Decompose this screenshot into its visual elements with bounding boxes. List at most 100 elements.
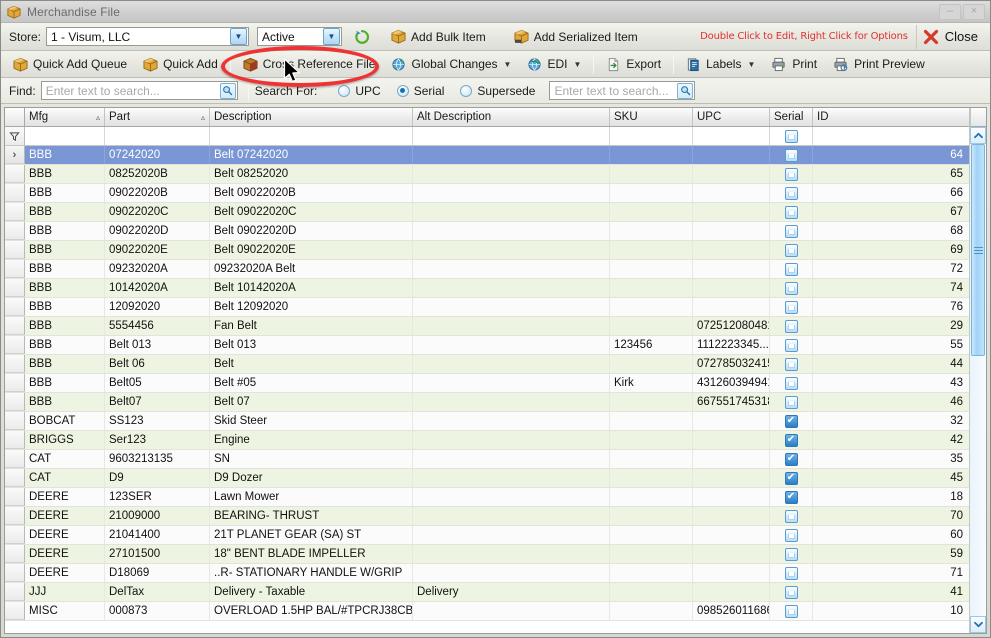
- row-selector[interactable]: [5, 298, 25, 316]
- search-icon[interactable]: [677, 82, 694, 99]
- cell-alt_description[interactable]: [413, 507, 610, 525]
- cell-mfg[interactable]: BBB: [25, 317, 105, 335]
- edi-button[interactable]: EDI ▼: [519, 52, 589, 76]
- cell-description[interactable]: Belt 07242020: [210, 146, 413, 164]
- serial-checkbox[interactable]: ✔: [784, 604, 798, 618]
- cell-upc[interactable]: [693, 488, 770, 506]
- table-row[interactable]: BBBBelt 013Belt 0131234561112223345...✔5…: [5, 336, 969, 355]
- table-row[interactable]: BBB10142020ABelt 10142020A ✔ 74: [5, 279, 969, 298]
- serial-checkbox[interactable]: ✔: [784, 319, 798, 333]
- cell-part[interactable]: 10142020A: [105, 279, 210, 297]
- cell-part[interactable]: 5554456: [105, 317, 210, 335]
- row-selector[interactable]: [5, 602, 25, 620]
- cell-serial[interactable]: ✔: [770, 450, 813, 468]
- serial-checkbox[interactable]: ✔: [784, 414, 798, 428]
- cell-serial[interactable]: ✔: [770, 146, 813, 164]
- cell-id[interactable]: 70: [813, 507, 969, 525]
- cell-id[interactable]: 74: [813, 279, 969, 297]
- row-selector[interactable]: [5, 507, 25, 525]
- cell-serial[interactable]: ✔: [770, 260, 813, 278]
- cell-part[interactable]: Belt05: [105, 374, 210, 392]
- cell-sku[interactable]: [610, 279, 693, 297]
- find-input[interactable]: Enter text to search...: [40, 81, 238, 100]
- cell-part[interactable]: Belt07: [105, 393, 210, 411]
- cell-description[interactable]: Belt #05: [210, 374, 413, 392]
- cell-description[interactable]: Belt 09022020D: [210, 222, 413, 240]
- cell-serial[interactable]: ✔: [770, 488, 813, 506]
- cell-serial[interactable]: ✔: [770, 241, 813, 259]
- search-for-input[interactable]: Enter text to search...: [549, 81, 696, 100]
- cell-alt_description[interactable]: [413, 488, 610, 506]
- cell-id[interactable]: 60: [813, 526, 969, 544]
- cell-alt_description[interactable]: [413, 298, 610, 316]
- search-icon[interactable]: [219, 82, 236, 99]
- cell-upc[interactable]: [693, 583, 770, 601]
- cell-sku[interactable]: [610, 488, 693, 506]
- minimize-button[interactable]: –: [939, 3, 961, 20]
- grid-filter-row[interactable]: ✔: [5, 127, 970, 146]
- cell-alt_description[interactable]: Delivery: [413, 583, 610, 601]
- cell-sku[interactable]: [610, 526, 693, 544]
- row-selector[interactable]: [5, 317, 25, 335]
- cell-serial[interactable]: ✔: [770, 431, 813, 449]
- cell-upc[interactable]: [693, 184, 770, 202]
- column-header-serial[interactable]: Serial: [770, 108, 813, 126]
- cell-description[interactable]: 09232020A Belt: [210, 260, 413, 278]
- cell-serial[interactable]: ✔: [770, 564, 813, 582]
- cell-sku[interactable]: [610, 241, 693, 259]
- cell-id[interactable]: 45: [813, 469, 969, 487]
- cell-alt_description[interactable]: [413, 146, 610, 164]
- cell-serial[interactable]: ✔: [770, 412, 813, 430]
- cell-part[interactable]: 21009000: [105, 507, 210, 525]
- sort-ascending-icon[interactable]: ▵: [201, 113, 205, 122]
- filter-cell-alt_description[interactable]: [413, 127, 610, 145]
- cell-alt_description[interactable]: [413, 165, 610, 183]
- table-row[interactable]: MISC 000873 OVERLOAD 1.5HP BAL/#TPCRJ38CB 0…: [5, 602, 969, 621]
- cell-part[interactable]: 09022020C: [105, 203, 210, 221]
- cell-description[interactable]: Fan Belt: [210, 317, 413, 335]
- cell-description[interactable]: Belt 10142020A: [210, 279, 413, 297]
- chevron-down-icon[interactable]: ▼: [230, 28, 248, 45]
- cell-alt_description[interactable]: [413, 469, 610, 487]
- cell-serial[interactable]: ✔: [770, 583, 813, 601]
- add-serialized-item-button[interactable]: Add Serialized Item: [506, 25, 646, 49]
- cell-mfg[interactable]: BBB: [25, 336, 105, 354]
- cell-alt_description[interactable]: [413, 241, 610, 259]
- cell-description[interactable]: Belt 08252020: [210, 165, 413, 183]
- cell-alt_description[interactable]: [413, 450, 610, 468]
- cell-alt_description[interactable]: [413, 336, 610, 354]
- cell-part[interactable]: D18069: [105, 564, 210, 582]
- cell-description[interactable]: Belt 12092020: [210, 298, 413, 316]
- cell-upc[interactable]: [693, 564, 770, 582]
- cell-mfg[interactable]: DEERE: [25, 545, 105, 563]
- grid-body[interactable]: ›BBB07242020Belt 07242020✔64BBB08252020B…: [5, 146, 969, 633]
- cell-part[interactable]: SS123: [105, 412, 210, 430]
- cell-description[interactable]: D9 Dozer: [210, 469, 413, 487]
- cell-serial[interactable]: ✔: [770, 317, 813, 335]
- cell-description[interactable]: OVERLOAD 1.5HP BAL/#TPCRJ38CB: [210, 602, 413, 620]
- cell-mfg[interactable]: BBB: [25, 279, 105, 297]
- column-header-id[interactable]: ID: [813, 108, 970, 126]
- cell-part[interactable]: 08252020B: [105, 165, 210, 183]
- cell-part[interactable]: 123SER: [105, 488, 210, 506]
- cell-upc[interactable]: [693, 431, 770, 449]
- cell-upc[interactable]: 072785032415: [693, 355, 770, 373]
- row-selector[interactable]: [5, 469, 25, 487]
- cell-sku[interactable]: [610, 317, 693, 335]
- cell-id[interactable]: 29: [813, 317, 969, 335]
- cell-description[interactable]: BEARING- THRUST: [210, 507, 413, 525]
- cell-serial[interactable]: ✔: [770, 222, 813, 240]
- filter-cell-mfg[interactable]: [25, 127, 105, 145]
- table-row[interactable]: BBB08252020BBelt 08252020 ✔ 65: [5, 165, 969, 184]
- cell-mfg[interactable]: MISC: [25, 602, 105, 620]
- cell-mfg[interactable]: BBB: [25, 374, 105, 392]
- chevron-down-icon[interactable]: ▼: [504, 60, 512, 69]
- cell-serial[interactable]: ✔: [770, 203, 813, 221]
- store-select[interactable]: 1 - Visum, LLC ▼: [46, 27, 250, 46]
- radio-serial[interactable]: Serial: [396, 84, 444, 98]
- table-row[interactable]: DEERE2104140021T PLANET GEAR (SA) ST ✔ 60: [5, 526, 969, 545]
- cell-id[interactable]: 69: [813, 241, 969, 259]
- cell-description[interactable]: ..R- STATIONARY HANDLE W/GRIP: [210, 564, 413, 582]
- serial-checkbox[interactable]: ✔: [784, 433, 798, 447]
- row-selector[interactable]: [5, 260, 25, 278]
